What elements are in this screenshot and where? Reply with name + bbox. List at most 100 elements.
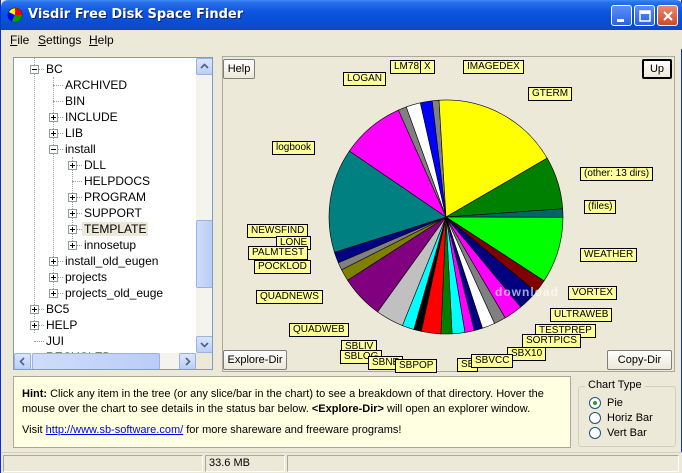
maximize-icon	[639, 10, 651, 22]
slice-label[interactable]: GTERM	[528, 87, 573, 101]
tree-item[interactable]: projects_old_euge	[63, 285, 165, 301]
copy-dir-button[interactable]: Copy-Dir	[607, 350, 672, 370]
tree-item[interactable]: ARCHIVED	[63, 77, 129, 93]
tree-item[interactable]: INCLUDE	[63, 109, 120, 125]
tree-item[interactable]: TEMPLATE	[82, 221, 149, 237]
close-button[interactable]	[657, 5, 678, 26]
slice-label[interactable]: VORTEX	[568, 286, 617, 300]
tree-item-label: HELP	[46, 318, 78, 332]
tree-vertical-scrollbar[interactable]	[196, 58, 212, 353]
hint-paragraph: Hint: Click any item in the tree (or any…	[22, 388, 544, 415]
tree-item-label: BIN	[65, 94, 86, 108]
slice-label[interactable]: ULTRAWEB	[550, 308, 613, 322]
tree-item[interactable]: BC5	[44, 301, 71, 317]
tree-item[interactable]: install	[63, 141, 98, 157]
scrollbar-corner	[196, 353, 212, 369]
tree-collapse-minus-icon[interactable]	[49, 145, 58, 154]
menu-settings[interactable]: Settings	[38, 33, 81, 47]
radio-vert-bar-button[interactable]	[589, 427, 601, 439]
vertical-scroll-thumb[interactable]	[196, 220, 212, 288]
tree-item[interactable]: projects	[63, 269, 109, 285]
tree-item[interactable]: JUI	[44, 333, 66, 349]
slice-label[interactable]: (other: 13 dirs)	[580, 167, 654, 181]
menu-file[interactable]: File	[10, 33, 29, 47]
tree-item-label: install_old_eugen	[65, 254, 159, 268]
tree-item[interactable]: HELPDOCS	[82, 173, 152, 189]
tree-expand-plus-icon[interactable]	[68, 241, 77, 250]
tree-expand-plus-icon[interactable]	[68, 193, 77, 202]
tree-item[interactable]: DLL	[82, 157, 108, 173]
tree-expand-plus-icon[interactable]	[49, 257, 58, 266]
tree-item[interactable]: innosetup	[82, 237, 138, 253]
scroll-left-button[interactable]	[14, 353, 31, 369]
tree-expand-plus-icon[interactable]	[49, 289, 58, 298]
tree-expand-plus-icon[interactable]	[68, 161, 77, 170]
scroll-up-button[interactable]	[196, 58, 212, 75]
radio-horiz-bar-button[interactable]	[589, 412, 601, 424]
directory-tree[interactable]: BC ARCHIVED BIN INCLUDE LIB install DLL HELPDOC…	[13, 57, 213, 370]
slice-label[interactable]: SBPOP	[395, 359, 438, 373]
arrow-down-icon	[200, 342, 209, 348]
explore-dir-button[interactable]: Explore-Dir	[223, 350, 287, 370]
minimize-button[interactable]	[611, 5, 632, 26]
tree-horizontal-scrollbar[interactable]	[14, 353, 196, 369]
tree-item[interactable]: HELP	[44, 317, 79, 333]
menu-help[interactable]: Help	[89, 33, 114, 47]
chart-type-title: Chart Type	[585, 379, 645, 391]
slice-label[interactable]: PALMTEST	[248, 246, 309, 260]
slice-label[interactable]: (files)	[584, 200, 617, 214]
scroll-right-button[interactable]	[179, 353, 196, 369]
tree-item-label: PROGRAM	[84, 190, 147, 204]
tree-item[interactable]: LIB	[63, 125, 85, 141]
menu-bar: File Settings Help	[1, 30, 682, 49]
tree-expand-plus-icon[interactable]	[68, 225, 77, 234]
tree-expand-plus-icon[interactable]	[30, 305, 39, 314]
tree-item-label: INCLUDE	[65, 110, 118, 124]
tree-expand-plus-icon[interactable]	[49, 129, 58, 138]
maximize-button[interactable]	[634, 5, 655, 26]
watermark-text: download	[495, 285, 559, 299]
tree-expand-plus-icon[interactable]	[30, 321, 39, 330]
slice-label[interactable]: QUADNEWS	[256, 290, 323, 304]
slice-label[interactable]: QUADWEB	[289, 323, 349, 337]
tree-item-label: install	[65, 142, 96, 156]
chart-type-group: Chart Type Pie Horiz Bar Vert Bar	[578, 379, 676, 447]
slice-label[interactable]: WEATHER	[580, 248, 638, 262]
tree-item[interactable]: BC	[44, 61, 65, 77]
tree-expand-plus-icon[interactable]	[68, 209, 77, 218]
radio-pie-button[interactable]	[589, 397, 601, 409]
scroll-down-button[interactable]	[196, 336, 212, 353]
tree-item-label: DLL	[84, 158, 107, 172]
tree-item-label: innosetup	[84, 238, 137, 252]
tree-expand-plus-icon[interactable]	[49, 113, 58, 122]
slice-label[interactable]: SBVCC	[471, 354, 514, 368]
close-icon	[663, 11, 673, 21]
tree-item[interactable]: SUPPORT	[82, 205, 144, 221]
tree-item[interactable]: install_old_eugen	[63, 253, 160, 269]
tree-connector-line	[72, 181, 82, 182]
window-title: Visdir Free Disk Space Finder	[28, 7, 244, 22]
website-link[interactable]: http://www.sb-software.com/	[46, 424, 184, 436]
hint-visit-line: Visit http://www.sb-software.com/ for mo…	[22, 424, 402, 436]
tree-item-label: BC5	[46, 302, 70, 316]
slice-label[interactable]: LOGAN	[343, 72, 387, 86]
title-bar[interactable]: Visdir Free Disk Space Finder	[1, 0, 682, 30]
tree-item[interactable]: BIN	[63, 93, 87, 109]
arrow-left-icon	[19, 357, 25, 366]
slice-label[interactable]: LM78	[390, 60, 424, 74]
tree-expand-plus-icon[interactable]	[49, 273, 58, 282]
slice-label[interactable]: logbook	[272, 141, 316, 155]
status-bar: 33.6 MB	[1, 452, 682, 473]
arrow-up-icon	[200, 63, 209, 69]
slice-label[interactable]: POCKLOD	[254, 260, 311, 274]
slice-label[interactable]: X	[420, 60, 435, 74]
tree-collapse-minus-icon[interactable]	[30, 65, 39, 74]
tree-item-label: TEMPLATE	[82, 222, 149, 236]
tree-item[interactable]: PROGRAM	[82, 189, 148, 205]
slice-label[interactable]: IMAGEDEX	[463, 60, 524, 74]
chart-pane[interactable]: download LOGAN LM78 X IMAGEDEX GTERM logbook (…	[222, 56, 675, 373]
slice-label[interactable]: SORTPICS	[522, 334, 581, 348]
up-button[interactable]: Up	[642, 59, 672, 79]
horizontal-scroll-thumb[interactable]	[32, 353, 160, 369]
help-button[interactable]: Help	[223, 59, 255, 79]
